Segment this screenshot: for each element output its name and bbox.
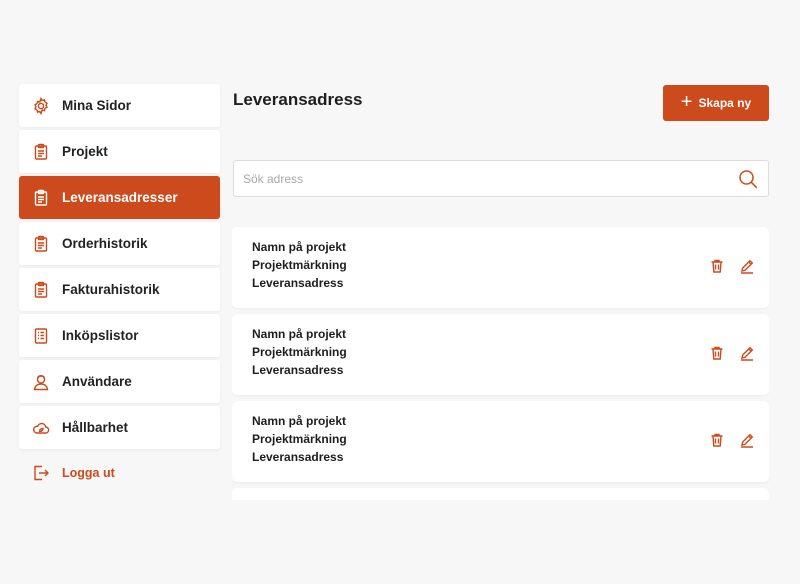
search-input[interactable] (234, 171, 737, 186)
gear-icon (32, 96, 50, 115)
project-marking: Projektmärkning (252, 432, 347, 446)
card-actions (709, 345, 755, 361)
eco-cloud-icon (32, 419, 50, 437)
user-icon (32, 373, 50, 391)
delivery-address: Leveransadress (252, 276, 344, 290)
trash-icon[interactable] (709, 345, 725, 361)
logout-label: Logga ut (62, 466, 115, 480)
sidebar-item-label: Inköpslistor (62, 328, 139, 343)
clipboard-icon (32, 235, 50, 253)
clipboard-icon (32, 143, 50, 161)
project-marking: Projektmärkning (252, 258, 347, 272)
sidebar-item-label: Mina Sidor (62, 98, 132, 113)
project-name: Namn på projekt (252, 240, 347, 254)
sidebar-item-fakturahistorik[interactable]: Fakturahistorik (19, 268, 220, 311)
sidebar-item-orderhistorik[interactable]: Orderhistorik (19, 222, 220, 265)
trash-icon[interactable] (709, 258, 725, 274)
sidebar-item-projekt[interactable]: Projekt (19, 130, 220, 173)
sidebar-item-label: Leveransadresser (62, 190, 178, 205)
address-list: Namn på projekt Projektmärkning Leverans… (232, 227, 769, 500)
address-card: Namn på projekt Projektmärkning Leverans… (232, 227, 769, 308)
project-name: Namn på projekt (252, 327, 347, 341)
create-new-button[interactable]: + Skapa ny (663, 85, 769, 121)
sidebar-item-label: Projekt (62, 144, 108, 159)
sidebar-nav: Mina Sidor Projekt Leveransadresser Orde… (19, 84, 220, 485)
delivery-address: Leveransadress (252, 450, 344, 464)
card-actions (709, 432, 755, 448)
sidebar-item-anvandare[interactable]: Användare (19, 360, 220, 403)
create-new-label: Skapa ny (698, 96, 752, 110)
trash-icon[interactable] (709, 432, 725, 448)
plus-icon: + (680, 91, 693, 113)
address-card-partial (232, 488, 769, 500)
logout-link[interactable]: Logga ut (19, 461, 220, 485)
clipboard-icon (32, 189, 50, 207)
list-document-icon (32, 327, 50, 345)
sidebar-item-label: Användare (62, 374, 132, 389)
sidebar-item-inkopslistor[interactable]: Inköpslistor (19, 314, 220, 357)
clipboard-icon (32, 281, 50, 299)
edit-icon[interactable] (739, 432, 755, 448)
delivery-address: Leveransadress (252, 363, 344, 377)
sidebar-item-label: Fakturahistorik (62, 282, 160, 297)
sidebar-item-leveransadresser[interactable]: Leveransadresser (19, 176, 220, 219)
project-marking: Projektmärkning (252, 345, 347, 359)
edit-icon[interactable] (739, 345, 755, 361)
address-card: Namn på projekt Projektmärkning Leverans… (232, 314, 769, 395)
address-card: Namn på projekt Projektmärkning Leverans… (232, 401, 769, 482)
sidebar-item-mina-sidor[interactable]: Mina Sidor (19, 84, 220, 127)
logout-icon (32, 464, 50, 482)
edit-icon[interactable] (739, 258, 755, 274)
sidebar-item-label: Orderhistorik (62, 236, 148, 251)
project-name: Namn på projekt (252, 414, 347, 428)
sidebar-item-label: Hållbarhet (62, 420, 129, 435)
search-icon[interactable] (737, 168, 759, 190)
card-actions (709, 258, 755, 274)
search-bar (233, 160, 769, 197)
page-title: Leveransadress (233, 90, 363, 109)
sidebar-item-hallbarhet[interactable]: Hållbarhet (19, 406, 220, 449)
